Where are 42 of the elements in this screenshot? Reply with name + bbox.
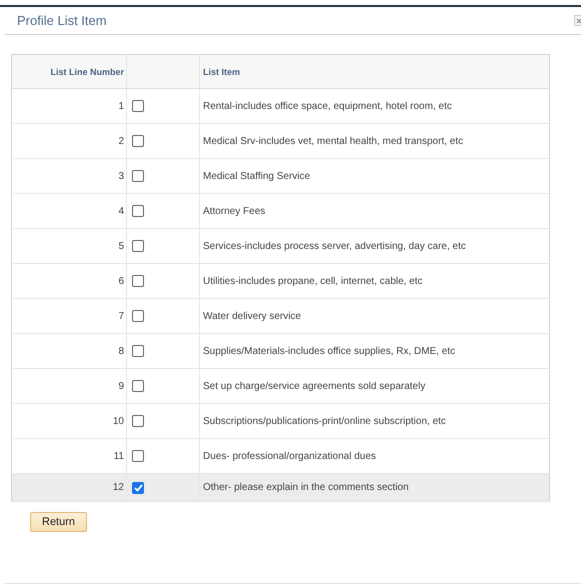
checkbox[interactable] [132,275,144,287]
list-item-text: Supplies/Materials-includes office supplies, Rx, DME, etc [203,346,456,356]
list-item-text: Attorney Fees [203,206,266,216]
checkbox[interactable] [132,415,144,427]
checkbox[interactable] [132,310,144,322]
checkbox[interactable] [132,345,144,357]
close-icon [576,18,581,24]
line-number: 6 [118,276,124,286]
checkbox[interactable] [132,205,144,217]
list-item-text: Other- please explain in the comments section [203,482,409,493]
line-number: 9 [118,380,124,392]
line-number: 12 [112,482,124,493]
line-number: 10 [112,416,124,426]
dialog-title: Profile List Item [16,13,107,28]
checkbox[interactable] [132,135,144,147]
checkbox[interactable] [132,100,144,112]
list-item-text: Dues- professional/organizational dues [203,450,376,462]
line-number: 3 [118,170,124,182]
checkbox[interactable] [132,482,144,494]
close-button[interactable] [574,15,581,26]
checkbox[interactable] [132,170,144,182]
list-item-text: Subscriptions/publications-print/online subscription, etc [203,416,446,426]
line-number: 4 [118,206,124,216]
line-number: 8 [118,346,124,356]
list-item-text: Water delivery service [203,310,301,322]
checkbox[interactable] [132,450,144,462]
list-item-text: Medical Staffing Service [203,170,310,182]
list-item-text: Services-includes process server, advertising, day care, etc [203,240,466,252]
checkbox[interactable] [132,380,144,392]
list-item-text: Set up charge/service agreements sold separately [203,380,426,392]
line-number: 2 [118,136,124,146]
line-number: 5 [118,240,124,252]
checkbox[interactable] [132,240,144,252]
list-item-text: Utilities-includes propane, cell, internet, cable, etc [203,276,423,286]
column-header: List Item [200,54,550,88]
line-number: 1 [118,100,124,112]
list-item-text: Rental-includes office space, equipment, hotel room, etc [203,100,452,112]
column-header: List Line Number [12,54,126,88]
line-number: 11 [114,450,124,462]
return-button[interactable]: Return [30,512,88,532]
list-item-text: Medical Srv-includes vet, mental health, med transport, etc [203,136,464,146]
line-number: 7 [118,310,124,322]
